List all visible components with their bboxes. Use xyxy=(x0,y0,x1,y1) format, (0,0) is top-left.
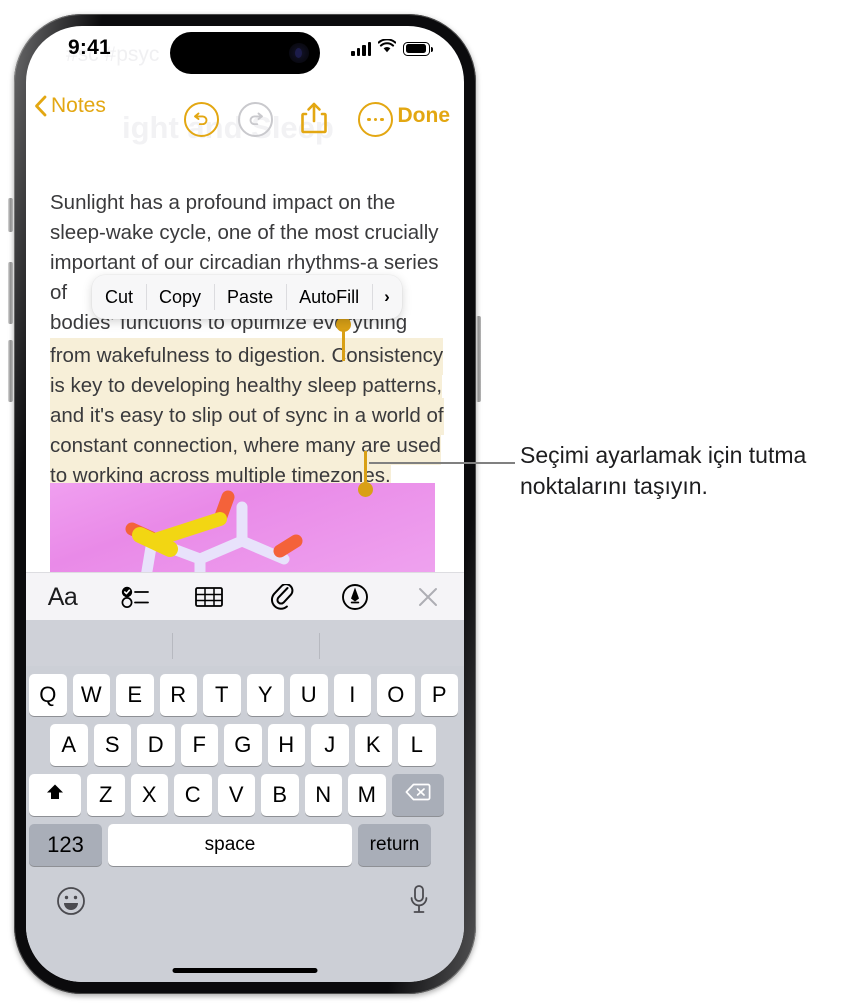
volume-down-button[interactable] xyxy=(8,340,13,402)
front-camera-icon xyxy=(289,43,309,63)
context-menu-item-copy[interactable]: Copy xyxy=(146,275,214,319)
note-text-body[interactable]: Sunlight has a profound impact on the sl… xyxy=(26,144,464,572)
back-label: Notes xyxy=(51,94,106,117)
key-h[interactable]: H xyxy=(267,724,305,766)
key-r[interactable]: R xyxy=(159,674,197,716)
context-menu-item-autofill[interactable]: AutoFill xyxy=(286,275,372,319)
undo-arrow-icon xyxy=(193,110,210,130)
keyboard-row-3: Z X C V B N M xyxy=(29,774,444,816)
note-line: sleep-wake cycle, one of the most crucia… xyxy=(50,221,439,244)
volume-up-button[interactable] xyxy=(8,262,13,324)
text-selection-context-menu[interactable]: Cut Copy Paste AutoFill › xyxy=(92,275,402,319)
selection-end-handle[interactable] xyxy=(358,451,373,497)
key-k[interactable]: K xyxy=(354,724,392,766)
navigation-bar: Notes Done xyxy=(26,88,464,137)
emoji-smiley-icon xyxy=(56,887,86,920)
predictive-text-bar[interactable] xyxy=(26,620,464,666)
dictation-key[interactable] xyxy=(408,884,430,921)
key-y[interactable]: Y xyxy=(246,674,284,716)
backspace-key[interactable] xyxy=(391,774,444,816)
markup-pen-icon[interactable] xyxy=(318,573,391,621)
wifi-icon xyxy=(377,38,397,58)
key-w[interactable]: W xyxy=(72,674,110,716)
key-l[interactable]: L xyxy=(398,724,436,766)
context-menu-item-paste[interactable]: Paste xyxy=(214,275,286,319)
predictive-divider xyxy=(319,633,320,659)
context-menu-next-arrow-icon[interactable]: › xyxy=(372,275,402,319)
redo-button[interactable] xyxy=(238,102,273,137)
key-n[interactable]: N xyxy=(304,774,342,816)
silent-switch[interactable] xyxy=(8,198,13,232)
key-d[interactable]: D xyxy=(137,724,175,766)
space-key[interactable]: space xyxy=(108,824,352,866)
paperclip-icon[interactable] xyxy=(245,573,318,621)
keyboard-row-2: A S D F G H J K L xyxy=(50,724,436,766)
share-up-arrow-icon xyxy=(298,102,330,139)
note-line: Sunlight has a profound impact on the xyxy=(50,191,396,214)
shift-key[interactable] xyxy=(29,774,81,816)
cellular-signal-icon xyxy=(351,41,371,56)
molecule-illustration xyxy=(125,490,303,572)
key-z[interactable]: Z xyxy=(87,774,125,816)
battery-full-icon xyxy=(403,41,433,56)
selection-start-handle[interactable] xyxy=(336,317,351,362)
on-screen-keyboard: Q W E R T Y U I O P A S D F G H J K L Z … xyxy=(26,620,464,982)
keyboard-row-1: Q W E R T Y U I O P xyxy=(29,674,458,716)
handle-dot-icon xyxy=(358,482,373,497)
key-q[interactable]: Q xyxy=(29,674,67,716)
key-m[interactable]: M xyxy=(348,774,386,816)
chevron-left-icon xyxy=(34,95,47,117)
undo-button[interactable] xyxy=(184,102,219,137)
key-p[interactable]: P xyxy=(420,674,458,716)
done-button[interactable]: Done xyxy=(398,104,451,128)
status-indicators xyxy=(351,38,433,58)
shift-up-arrow-icon xyxy=(45,782,65,808)
microphone-icon xyxy=(408,885,430,920)
back-to-notes-button[interactable]: Notes xyxy=(34,94,106,118)
key-c[interactable]: C xyxy=(174,774,212,816)
key-s[interactable]: S xyxy=(93,724,131,766)
note-attached-image[interactable] xyxy=(50,483,435,572)
home-indicator[interactable] xyxy=(172,967,318,973)
status-bar: 9:41 xyxy=(26,26,464,74)
keyboard-row-4: 123 space return xyxy=(29,824,431,866)
share-button[interactable] xyxy=(298,101,330,135)
ellipsis-icon xyxy=(367,117,384,122)
text-format-icon[interactable]: Aa xyxy=(26,573,99,621)
close-icon[interactable] xyxy=(391,573,464,621)
table-icon[interactable] xyxy=(172,573,245,621)
callout-annotation-text: Seçimi ayarlamak için tutma noktalarını … xyxy=(520,442,807,499)
backspace-delete-icon xyxy=(405,782,431,808)
return-key[interactable]: return xyxy=(358,824,431,866)
handle-bar-icon xyxy=(342,327,345,361)
keyboard-accessory-row xyxy=(26,876,464,938)
key-e[interactable]: E xyxy=(116,674,154,716)
key-i[interactable]: I xyxy=(333,674,371,716)
key-a[interactable]: A xyxy=(50,724,88,766)
predictive-divider xyxy=(172,633,173,659)
key-u[interactable]: U xyxy=(290,674,328,716)
callout-leader-line xyxy=(369,462,515,464)
key-j[interactable]: J xyxy=(311,724,349,766)
context-menu-item-cut[interactable]: Cut xyxy=(92,275,146,319)
note-line: important of our circadian rhythms-a ser… xyxy=(50,251,439,274)
dynamic-island xyxy=(170,32,320,74)
phone-screen: #sc #psyc ight and Sleep 9:41 Notes Done… xyxy=(26,26,464,982)
key-x[interactable]: X xyxy=(130,774,168,816)
emoji-key[interactable] xyxy=(56,886,86,921)
key-g[interactable]: G xyxy=(224,724,262,766)
power-button[interactable] xyxy=(476,316,481,402)
key-o[interactable]: O xyxy=(377,674,415,716)
key-t[interactable]: T xyxy=(203,674,241,716)
numbers-key[interactable]: 123 xyxy=(29,824,102,866)
checklist-icon[interactable] xyxy=(99,573,172,621)
key-f[interactable]: F xyxy=(180,724,218,766)
status-time: 9:41 xyxy=(68,36,111,59)
key-b[interactable]: B xyxy=(261,774,299,816)
note-format-toolbar: Aa xyxy=(26,572,464,621)
note-line: of xyxy=(50,281,68,304)
key-v[interactable]: V xyxy=(217,774,255,816)
redo-arrow-icon xyxy=(247,110,264,130)
more-options-button[interactable] xyxy=(358,102,393,137)
